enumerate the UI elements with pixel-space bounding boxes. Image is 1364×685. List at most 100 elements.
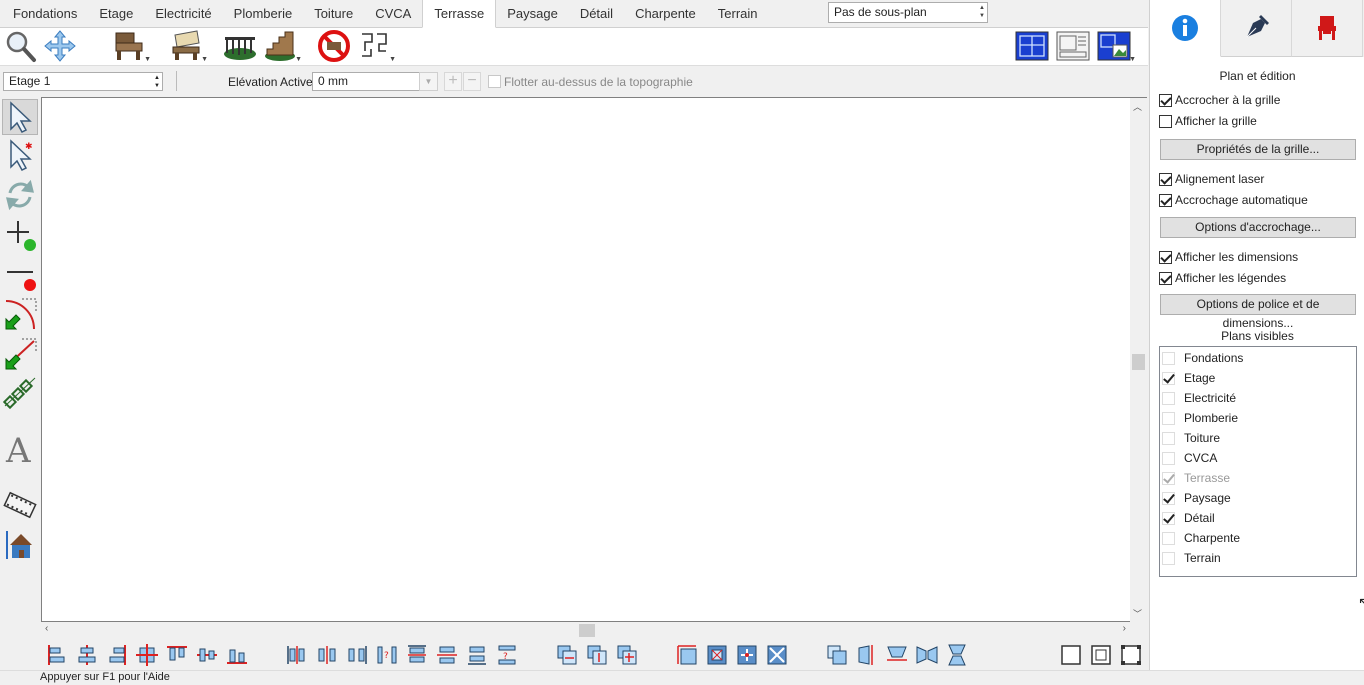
plus-icon[interactable]: + bbox=[444, 72, 462, 91]
list-item[interactable]: Terrain bbox=[1162, 548, 1221, 568]
tab-electricite[interactable]: Electricité bbox=[144, 0, 222, 27]
move-up-icon[interactable] bbox=[586, 644, 608, 666]
chevron-down-icon[interactable]: ▼ bbox=[419, 72, 438, 91]
float-checkbox[interactable] bbox=[488, 75, 501, 88]
tab-furniture[interactable] bbox=[1292, 0, 1363, 57]
align-center-both-icon[interactable] bbox=[136, 644, 158, 666]
resize-box-icon[interactable] bbox=[676, 644, 698, 666]
align-top-icon[interactable] bbox=[166, 644, 188, 666]
move-both-icon[interactable] bbox=[616, 644, 638, 666]
tab-terrain[interactable]: Terrain bbox=[707, 0, 769, 27]
chain-icon[interactable] bbox=[2, 375, 38, 411]
level-select[interactable]: Etage 1 ▲ ▼ bbox=[3, 72, 163, 91]
show-grid-checkbox[interactable] bbox=[1159, 114, 1172, 128]
distribute-h-center-icon[interactable] bbox=[316, 644, 338, 666]
move-left-icon[interactable] bbox=[556, 644, 578, 666]
distribute-h-right-icon[interactable] bbox=[346, 644, 368, 666]
show-dims-option[interactable]: Afficher les dimensions bbox=[1159, 250, 1298, 264]
align-right-icon[interactable] bbox=[106, 644, 128, 666]
list-item[interactable]: Electricité bbox=[1162, 388, 1236, 408]
auto-snap-checkbox[interactable] bbox=[1159, 193, 1172, 207]
align-bottom-icon[interactable] bbox=[226, 644, 248, 666]
frame-inner-icon[interactable] bbox=[1090, 644, 1112, 666]
list-item[interactable]: Paysage bbox=[1162, 488, 1231, 508]
frame-corner-icon[interactable] bbox=[1120, 644, 1142, 666]
curve-line-icon[interactable] bbox=[2, 335, 38, 371]
mirror-h-icon[interactable] bbox=[856, 644, 878, 666]
zoom-icon[interactable] bbox=[2, 29, 38, 63]
scroll-left-icon[interactable]: ‹ bbox=[45, 623, 48, 634]
plan-checkbox[interactable] bbox=[1162, 411, 1175, 425]
scroll-down-icon[interactable]: ﹀ bbox=[1133, 607, 1142, 620]
laser-checkbox[interactable] bbox=[1159, 172, 1172, 186]
deck-bench-icon[interactable]: ▼ bbox=[168, 29, 208, 63]
subplan-select[interactable]: Pas de sous-plan ▲ ▼ bbox=[828, 2, 988, 23]
grid-properties-button[interactable]: Propriétés de la grille... bbox=[1160, 139, 1356, 160]
distribute-v-top-icon[interactable] bbox=[406, 644, 428, 666]
pan-icon[interactable] bbox=[42, 29, 78, 63]
show-legends-checkbox[interactable] bbox=[1159, 271, 1172, 285]
tab-cvca[interactable]: CVCA bbox=[364, 0, 422, 27]
align-left-icon[interactable] bbox=[46, 644, 68, 666]
show-grid-option[interactable]: Afficher la grille bbox=[1159, 114, 1257, 128]
tab-detail[interactable]: Détail bbox=[569, 0, 624, 27]
distribute-h-space-icon[interactable]: ? bbox=[376, 644, 398, 666]
list-item[interactable]: Plomberie bbox=[1162, 408, 1238, 428]
snap-options-button[interactable]: Options d'accrochage... bbox=[1160, 217, 1356, 238]
tab-terrasse[interactable]: Terrasse bbox=[422, 0, 497, 28]
remove-point-icon[interactable] bbox=[2, 257, 38, 293]
tab-charpente[interactable]: Charpente bbox=[624, 0, 707, 27]
list-item[interactable]: Fondations bbox=[1162, 348, 1243, 368]
plan-view-image-icon[interactable]: ▼ bbox=[1096, 29, 1136, 63]
curve-arc-icon[interactable] bbox=[2, 295, 38, 331]
tab-etage[interactable]: Etage bbox=[88, 0, 144, 27]
text-icon[interactable]: A bbox=[2, 431, 38, 467]
vertical-scrollbar[interactable]: ︿ ﹀ bbox=[1130, 97, 1147, 622]
copy-icon[interactable] bbox=[826, 644, 848, 666]
plan-checkbox[interactable] bbox=[1162, 491, 1175, 505]
scroll-thumb[interactable] bbox=[579, 624, 595, 637]
tab-info[interactable] bbox=[1150, 0, 1221, 57]
plan-checkbox[interactable] bbox=[1162, 451, 1175, 465]
horizontal-scrollbar[interactable]: ‹ › bbox=[41, 622, 1130, 639]
align-center-h-icon[interactable] bbox=[76, 644, 98, 666]
list-item[interactable]: Toiture bbox=[1162, 428, 1220, 448]
stairs-icon[interactable]: ▼ bbox=[262, 29, 302, 63]
shrink-icon[interactable] bbox=[766, 644, 788, 666]
path-icon[interactable]: ▼ bbox=[356, 29, 396, 63]
elevation-input[interactable]: 0 mm bbox=[312, 72, 420, 91]
font-dims-options-button[interactable]: Options de police et de dimensions... bbox=[1160, 294, 1356, 330]
auto-snap-option[interactable]: Accrochage automatique bbox=[1159, 193, 1308, 207]
film-icon[interactable] bbox=[2, 487, 38, 523]
plan-view-sheet-icon[interactable] bbox=[1055, 29, 1091, 63]
show-legends-option[interactable]: Afficher les légendes bbox=[1159, 271, 1286, 285]
reflect-v-icon[interactable] bbox=[946, 644, 968, 666]
distribute-v-space-icon[interactable]: ? bbox=[496, 644, 518, 666]
plan-checkbox[interactable] bbox=[1162, 371, 1175, 385]
deck-chair-icon[interactable]: ▼ bbox=[111, 29, 151, 63]
plan-checkbox[interactable] bbox=[1162, 431, 1175, 445]
house-icon[interactable] bbox=[2, 527, 38, 563]
tab-fondations[interactable]: Fondations bbox=[2, 0, 88, 27]
plan-checkbox[interactable] bbox=[1162, 551, 1175, 565]
plan-checkbox[interactable] bbox=[1162, 531, 1175, 545]
align-middle-icon[interactable] bbox=[196, 644, 218, 666]
select-arrow-icon[interactable] bbox=[2, 99, 38, 135]
add-point-icon[interactable] bbox=[2, 217, 38, 253]
no-entry-icon[interactable] bbox=[316, 29, 352, 63]
list-item[interactable]: Charpente bbox=[1162, 528, 1240, 548]
resize-center-icon[interactable] bbox=[706, 644, 728, 666]
tab-toiture[interactable]: Toiture bbox=[303, 0, 364, 27]
minus-icon[interactable]: − bbox=[463, 72, 481, 91]
frame-icon[interactable] bbox=[1060, 644, 1082, 666]
list-item[interactable]: Détail bbox=[1162, 508, 1215, 528]
rotate-icon[interactable] bbox=[2, 177, 38, 213]
snap-grid-option[interactable]: Accrocher à la grille bbox=[1159, 93, 1280, 107]
distribute-v-bottom-icon[interactable] bbox=[466, 644, 488, 666]
plan-view-blue-icon[interactable] bbox=[1014, 29, 1050, 63]
mirror-v-icon[interactable] bbox=[886, 644, 908, 666]
distribute-v-center-icon[interactable] bbox=[436, 644, 458, 666]
laser-option[interactable]: Alignement laser bbox=[1159, 172, 1264, 186]
railing-icon[interactable] bbox=[222, 29, 258, 63]
tab-paysage[interactable]: Paysage bbox=[496, 0, 569, 27]
